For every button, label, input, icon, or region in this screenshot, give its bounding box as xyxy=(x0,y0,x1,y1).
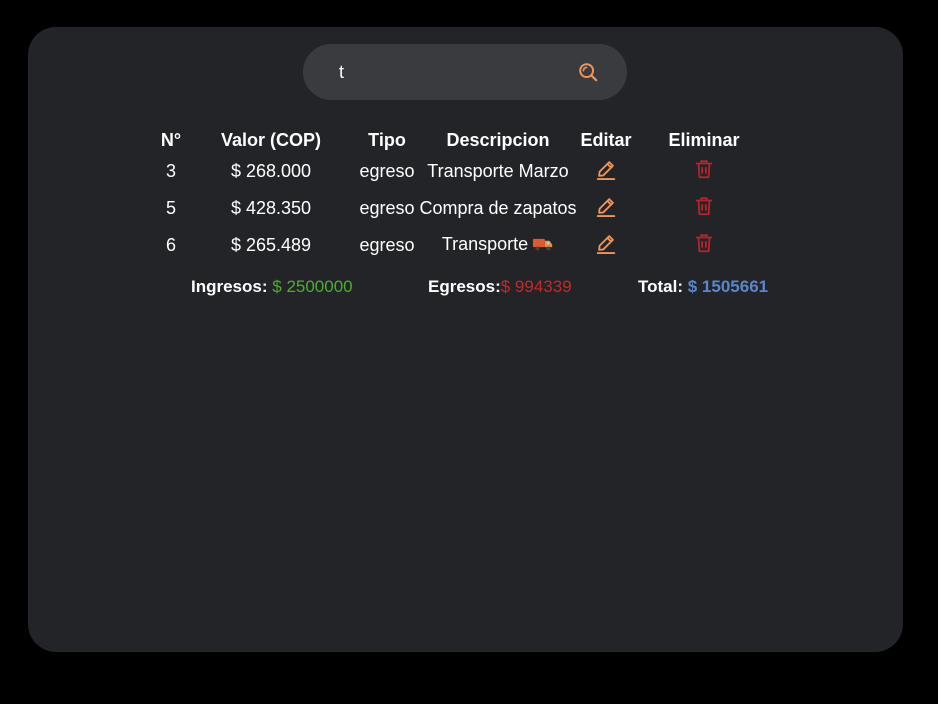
row-descripcion-cell: Transporte xyxy=(416,227,580,264)
row-num: 5 xyxy=(165,198,176,218)
transactions-table: N° Valor (COP) Tipo Descripcion Editar E… xyxy=(158,127,776,264)
header-num: N° xyxy=(160,129,182,150)
table-row: 3 $ 268.000 egreso Transporte Marzo xyxy=(158,153,776,190)
total-value: $ 1505661 xyxy=(687,277,769,296)
total-summary: Total: $ 1505661 xyxy=(638,277,768,297)
row-edit-cell xyxy=(580,227,632,264)
header-valor: Valor (COP) xyxy=(220,129,322,150)
trash-icon[interactable] xyxy=(693,232,715,254)
row-num: 6 xyxy=(165,235,176,255)
row-descripcion: Transporte xyxy=(441,234,529,254)
row-valor: $ 265.489 xyxy=(230,235,312,255)
row-delete-cell xyxy=(632,190,776,227)
pencil-icon[interactable] xyxy=(595,195,617,217)
truck-emoji-icon xyxy=(532,235,554,257)
egresos-summary: Egresos:$ 994339 xyxy=(428,277,572,297)
row-tipo: egreso xyxy=(359,198,415,218)
table-row: 5 $ 428.350 egreso Compra de zapatos xyxy=(158,190,776,227)
table-header-row: N° Valor (COP) Tipo Descripcion Editar E… xyxy=(158,127,776,153)
total-label: Total: xyxy=(638,277,684,296)
main-card: N° Valor (COP) Tipo Descripcion Editar E… xyxy=(28,27,903,652)
row-delete-cell xyxy=(632,153,776,190)
row-valor: $ 268.000 xyxy=(230,161,312,181)
header-tipo: Tipo xyxy=(368,129,406,150)
header-eliminar: Eliminar xyxy=(668,129,740,150)
search-icon[interactable] xyxy=(577,61,599,83)
trash-icon[interactable] xyxy=(693,195,715,217)
header-editar: Editar xyxy=(580,129,632,150)
search-bar xyxy=(303,44,627,100)
search-input[interactable] xyxy=(339,58,559,86)
header-descripcion: Descripcion xyxy=(446,129,550,150)
ingresos-value: $ 2500000 xyxy=(272,277,353,296)
row-tipo: egreso xyxy=(359,161,415,181)
egresos-value: $ 994339 xyxy=(500,277,572,296)
row-descripcion: Transporte Marzo xyxy=(427,161,569,181)
row-edit-cell xyxy=(580,190,632,227)
row-delete-cell xyxy=(632,227,776,264)
row-descripcion: Compra de zapatos xyxy=(419,198,577,218)
egresos-label: Egresos: xyxy=(428,277,501,296)
ingresos-summary: Ingresos: $ 2500000 xyxy=(191,277,353,297)
trash-icon[interactable] xyxy=(693,158,715,180)
totals-bar: Ingresos: $ 2500000 Egresos:$ 994339 Tot… xyxy=(28,277,903,299)
pencil-icon[interactable] xyxy=(595,232,617,254)
row-valor: $ 428.350 xyxy=(230,198,312,218)
row-edit-cell xyxy=(580,153,632,190)
row-num: 3 xyxy=(165,161,176,181)
ingresos-label: Ingresos: xyxy=(191,277,268,296)
row-tipo: egreso xyxy=(359,235,415,255)
table-row: 6 $ 265.489 egreso Transporte xyxy=(158,227,776,264)
pencil-icon[interactable] xyxy=(595,158,617,180)
